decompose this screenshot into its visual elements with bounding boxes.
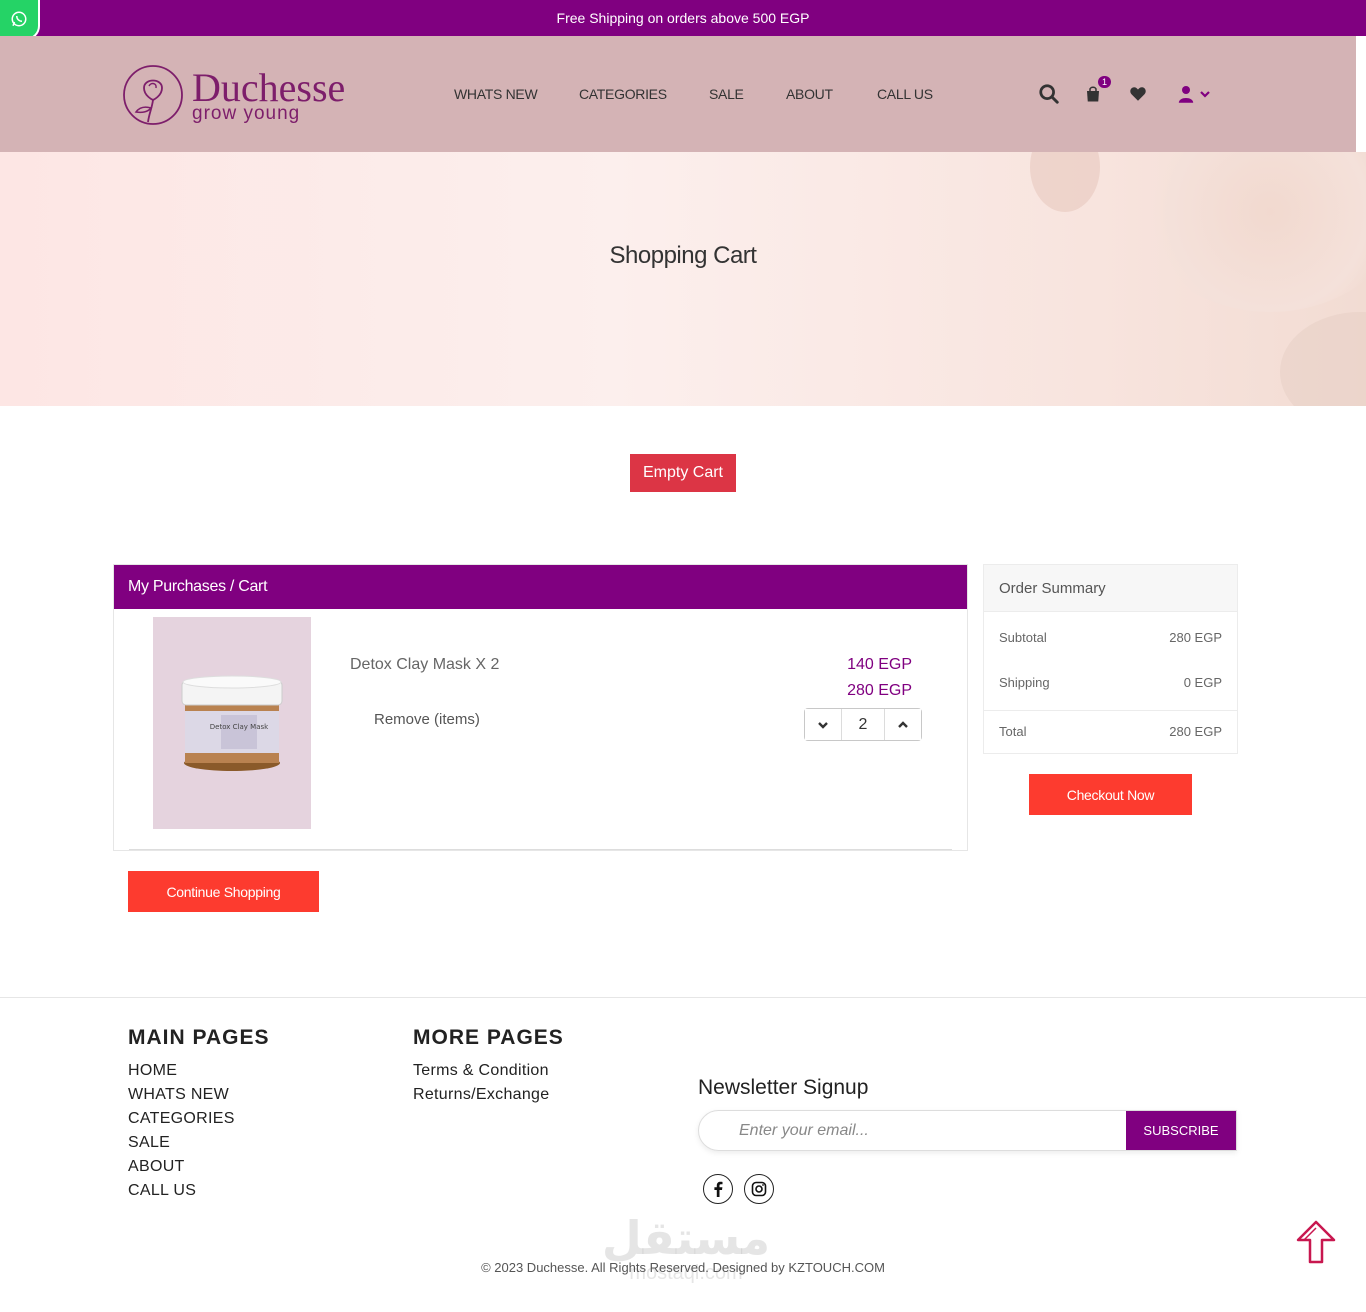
hero-decoration	[1030, 152, 1100, 212]
scroll-to-top-button[interactable]	[1292, 1218, 1340, 1266]
main-nav: WHATS NEW CATEGORIES SALE ABOUT CALL US	[0, 86, 1356, 106]
facebook-icon	[714, 1181, 723, 1197]
total-row: Total 280 EGP	[999, 724, 1222, 739]
hero-decoration	[1280, 312, 1366, 406]
footer-link-home[interactable]: HOME	[128, 1062, 177, 1080]
account-menu[interactable]	[1174, 82, 1214, 106]
shopping-bag-icon	[1087, 86, 1099, 102]
newsletter-title: Newsletter Signup	[698, 1076, 869, 1099]
wishlist-button[interactable]	[1126, 82, 1150, 106]
footer-link-categories[interactable]: CATEGORIES	[128, 1110, 235, 1128]
instagram-icon	[751, 1181, 767, 1197]
continue-shopping-button[interactable]: Continue Shopping	[128, 871, 319, 912]
shipping-value: 0 EGP	[1183, 675, 1222, 690]
footer-link-about[interactable]: ABOUT	[128, 1158, 185, 1176]
shipping-row: Shipping 0 EGP	[999, 675, 1222, 690]
free-shipping-banner: Free Shipping on orders above 500 EGP	[0, 0, 1366, 36]
chevron-down-icon	[1199, 91, 1210, 98]
subtotal-row: Subtotal 280 EGP	[999, 630, 1222, 645]
footer-more-pages-title: MORE PAGES	[413, 1026, 564, 1049]
footer-link-returns[interactable]: Returns/Exchange	[413, 1086, 549, 1104]
nav-sale[interactable]: SALE	[709, 86, 744, 102]
free-shipping-text: Free Shipping on orders above 500 EGP	[556, 10, 810, 26]
empty-cart-button[interactable]: Empty Cart	[630, 454, 736, 492]
decrease-quantity-button[interactable]	[805, 709, 841, 740]
footer-link-sale[interactable]: SALE	[128, 1134, 170, 1152]
cart-count-badge: 1	[1097, 76, 1111, 88]
product-jar-image: Detox Clay Mask	[181, 675, 283, 771]
quantity-stepper: 2	[804, 708, 922, 741]
search-icon	[1039, 84, 1059, 104]
divider	[129, 849, 952, 850]
nav-categories[interactable]: CATEGORIES	[579, 86, 667, 102]
quantity-value[interactable]: 2	[841, 709, 885, 740]
user-icon	[1178, 86, 1193, 103]
checkout-button[interactable]: Checkout Now	[1029, 774, 1192, 815]
heart-icon	[1130, 87, 1146, 101]
chevron-up-icon	[898, 720, 908, 728]
nav-whats-new[interactable]: WHATS NEW	[454, 86, 538, 102]
unit-price: 140 EGP	[847, 656, 912, 673]
nav-about[interactable]: ABOUT	[786, 86, 833, 102]
whatsapp-icon	[11, 11, 27, 27]
footer-link-whats-new[interactable]: WHATS NEW	[128, 1086, 229, 1104]
instagram-link[interactable]	[744, 1174, 774, 1204]
cart-panel: My Purchases / Cart Detox Clay Mask Deto…	[113, 564, 968, 851]
nav-call-us[interactable]: CALL US	[877, 86, 933, 102]
order-summary-heading: Order Summary	[984, 565, 1237, 612]
footer-link-terms[interactable]: Terms & Condition	[413, 1062, 549, 1080]
page-hero: Shopping Cart	[0, 152, 1366, 406]
product-image[interactable]: Detox Clay Mask	[153, 617, 311, 829]
facebook-link[interactable]	[703, 1174, 733, 1204]
search-button[interactable]	[1037, 82, 1061, 106]
footer-link-call-us[interactable]: CALL US	[128, 1182, 196, 1200]
site-header: Duchesse grow young WHATS NEW CATEGORIES…	[0, 36, 1356, 152]
whatsapp-button[interactable]	[0, 0, 40, 40]
footer-divider	[0, 997, 1366, 998]
divider	[984, 710, 1237, 711]
product-name[interactable]: Detox Clay Mask X 2	[350, 656, 499, 674]
newsletter-form: SUBSCRIBE	[698, 1110, 1237, 1151]
svg-text:Detox Clay Mask: Detox Clay Mask	[210, 723, 269, 731]
cart-heading: My Purchases / Cart	[114, 565, 967, 609]
cart-button[interactable]: 1	[1081, 76, 1111, 106]
total-value: 280 EGP	[1169, 724, 1222, 739]
hero-decoration	[1140, 152, 1366, 312]
brand-tagline: grow young	[192, 103, 301, 124]
subtotal-label: Subtotal	[999, 630, 1047, 645]
copyright-text: © 2023 Duchesse. All Rights Reserved. De…	[481, 1260, 885, 1275]
page-title: Shopping Cart	[609, 242, 757, 269]
newsletter-email-input[interactable]	[699, 1111, 1126, 1150]
arrow-up-icon	[1296, 1220, 1336, 1264]
chevron-down-icon	[818, 721, 828, 729]
shipping-label: Shipping	[999, 675, 1050, 690]
order-summary: Order Summary Subtotal 280 EGP Shipping …	[983, 564, 1238, 754]
footer-main-pages-title: MAIN PAGES	[128, 1026, 270, 1049]
subtotal-value: 280 EGP	[1169, 630, 1222, 645]
line-total: 280 EGP	[847, 682, 912, 699]
total-label: Total	[999, 724, 1027, 739]
increase-quantity-button[interactable]	[885, 709, 921, 740]
remove-item-link[interactable]: Remove (items)	[374, 711, 480, 728]
subscribe-button[interactable]: SUBSCRIBE	[1126, 1111, 1236, 1150]
